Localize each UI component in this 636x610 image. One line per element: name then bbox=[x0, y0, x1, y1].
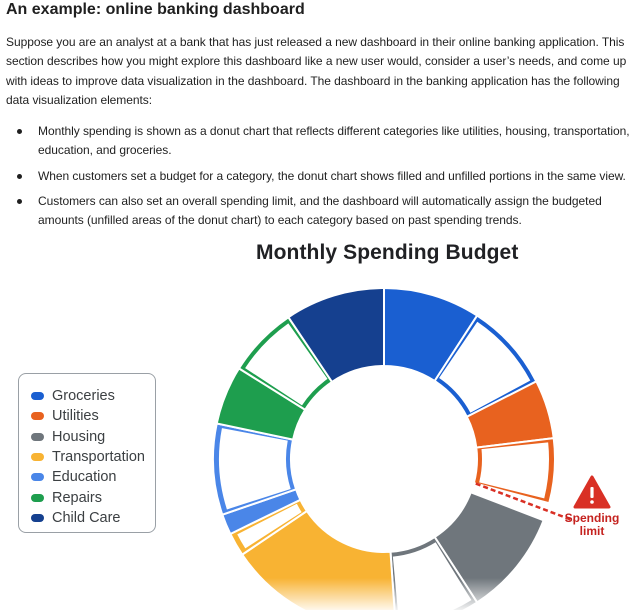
legend-swatch bbox=[31, 514, 44, 522]
bullet-list: Monthly spending is shown as a donut cha… bbox=[6, 122, 634, 230]
bullet-text: Customers can also set an overall spendi… bbox=[38, 193, 602, 228]
list-item: Monthly spending is shown as a donut cha… bbox=[6, 122, 634, 161]
legend-label: Utilities bbox=[52, 408, 99, 424]
legend-item-groceries: Groceries bbox=[31, 386, 115, 406]
bullet-dot bbox=[17, 198, 22, 204]
donut-unfilled-utilities bbox=[479, 442, 549, 499]
legend-item-transportation: Transportation bbox=[31, 447, 145, 467]
legend-swatch bbox=[31, 433, 44, 441]
legend-item-child-care: Child Care bbox=[31, 508, 121, 528]
legend-label: Education bbox=[52, 469, 117, 485]
chart-title: Monthly Spending Budget bbox=[256, 241, 519, 264]
legend-swatch bbox=[31, 412, 44, 420]
bullet-text: Monthly spending is shown as a donut cha… bbox=[38, 124, 630, 158]
warning-exclamation-dot bbox=[590, 500, 594, 504]
legend-swatch bbox=[31, 453, 44, 461]
legend-swatch bbox=[31, 473, 44, 481]
section-heading: An example: online banking dashboard bbox=[6, 1, 305, 18]
legend-label: Child Care bbox=[52, 510, 121, 526]
legend-item-utilities: Utilities bbox=[31, 406, 99, 426]
bullet-text: When customers set a budget for a catego… bbox=[38, 168, 626, 183]
bullet-dot bbox=[17, 129, 22, 134]
donut-chart-figure: Monthly Spending Budget Groceries Utilit… bbox=[0, 236, 636, 610]
legend-item-education: Education bbox=[31, 467, 117, 487]
legend-swatch bbox=[31, 392, 44, 400]
legend-item-repairs: Repairs bbox=[31, 488, 102, 508]
warning-exclamation-bar bbox=[590, 487, 594, 498]
legend-label: Transportation bbox=[52, 449, 145, 465]
legend-label: Groceries bbox=[52, 388, 115, 404]
intro-paragraph: Suppose you are an analyst at a bank tha… bbox=[6, 35, 627, 107]
bottom-fade bbox=[0, 578, 636, 610]
chart-legend: Groceries Utilities Housing Transportati… bbox=[18, 373, 156, 533]
legend-label: Repairs bbox=[52, 490, 102, 506]
list-item: When customers set a budget for a catego… bbox=[6, 167, 634, 186]
spending-limit-label: Spending limit bbox=[564, 511, 620, 538]
legend-swatch bbox=[31, 494, 44, 502]
bullet-dot bbox=[17, 173, 22, 179]
list-item: Customers can also set an overall spendi… bbox=[6, 192, 634, 231]
legend-item-housing: Housing bbox=[31, 427, 105, 447]
legend-label: Housing bbox=[52, 429, 106, 445]
